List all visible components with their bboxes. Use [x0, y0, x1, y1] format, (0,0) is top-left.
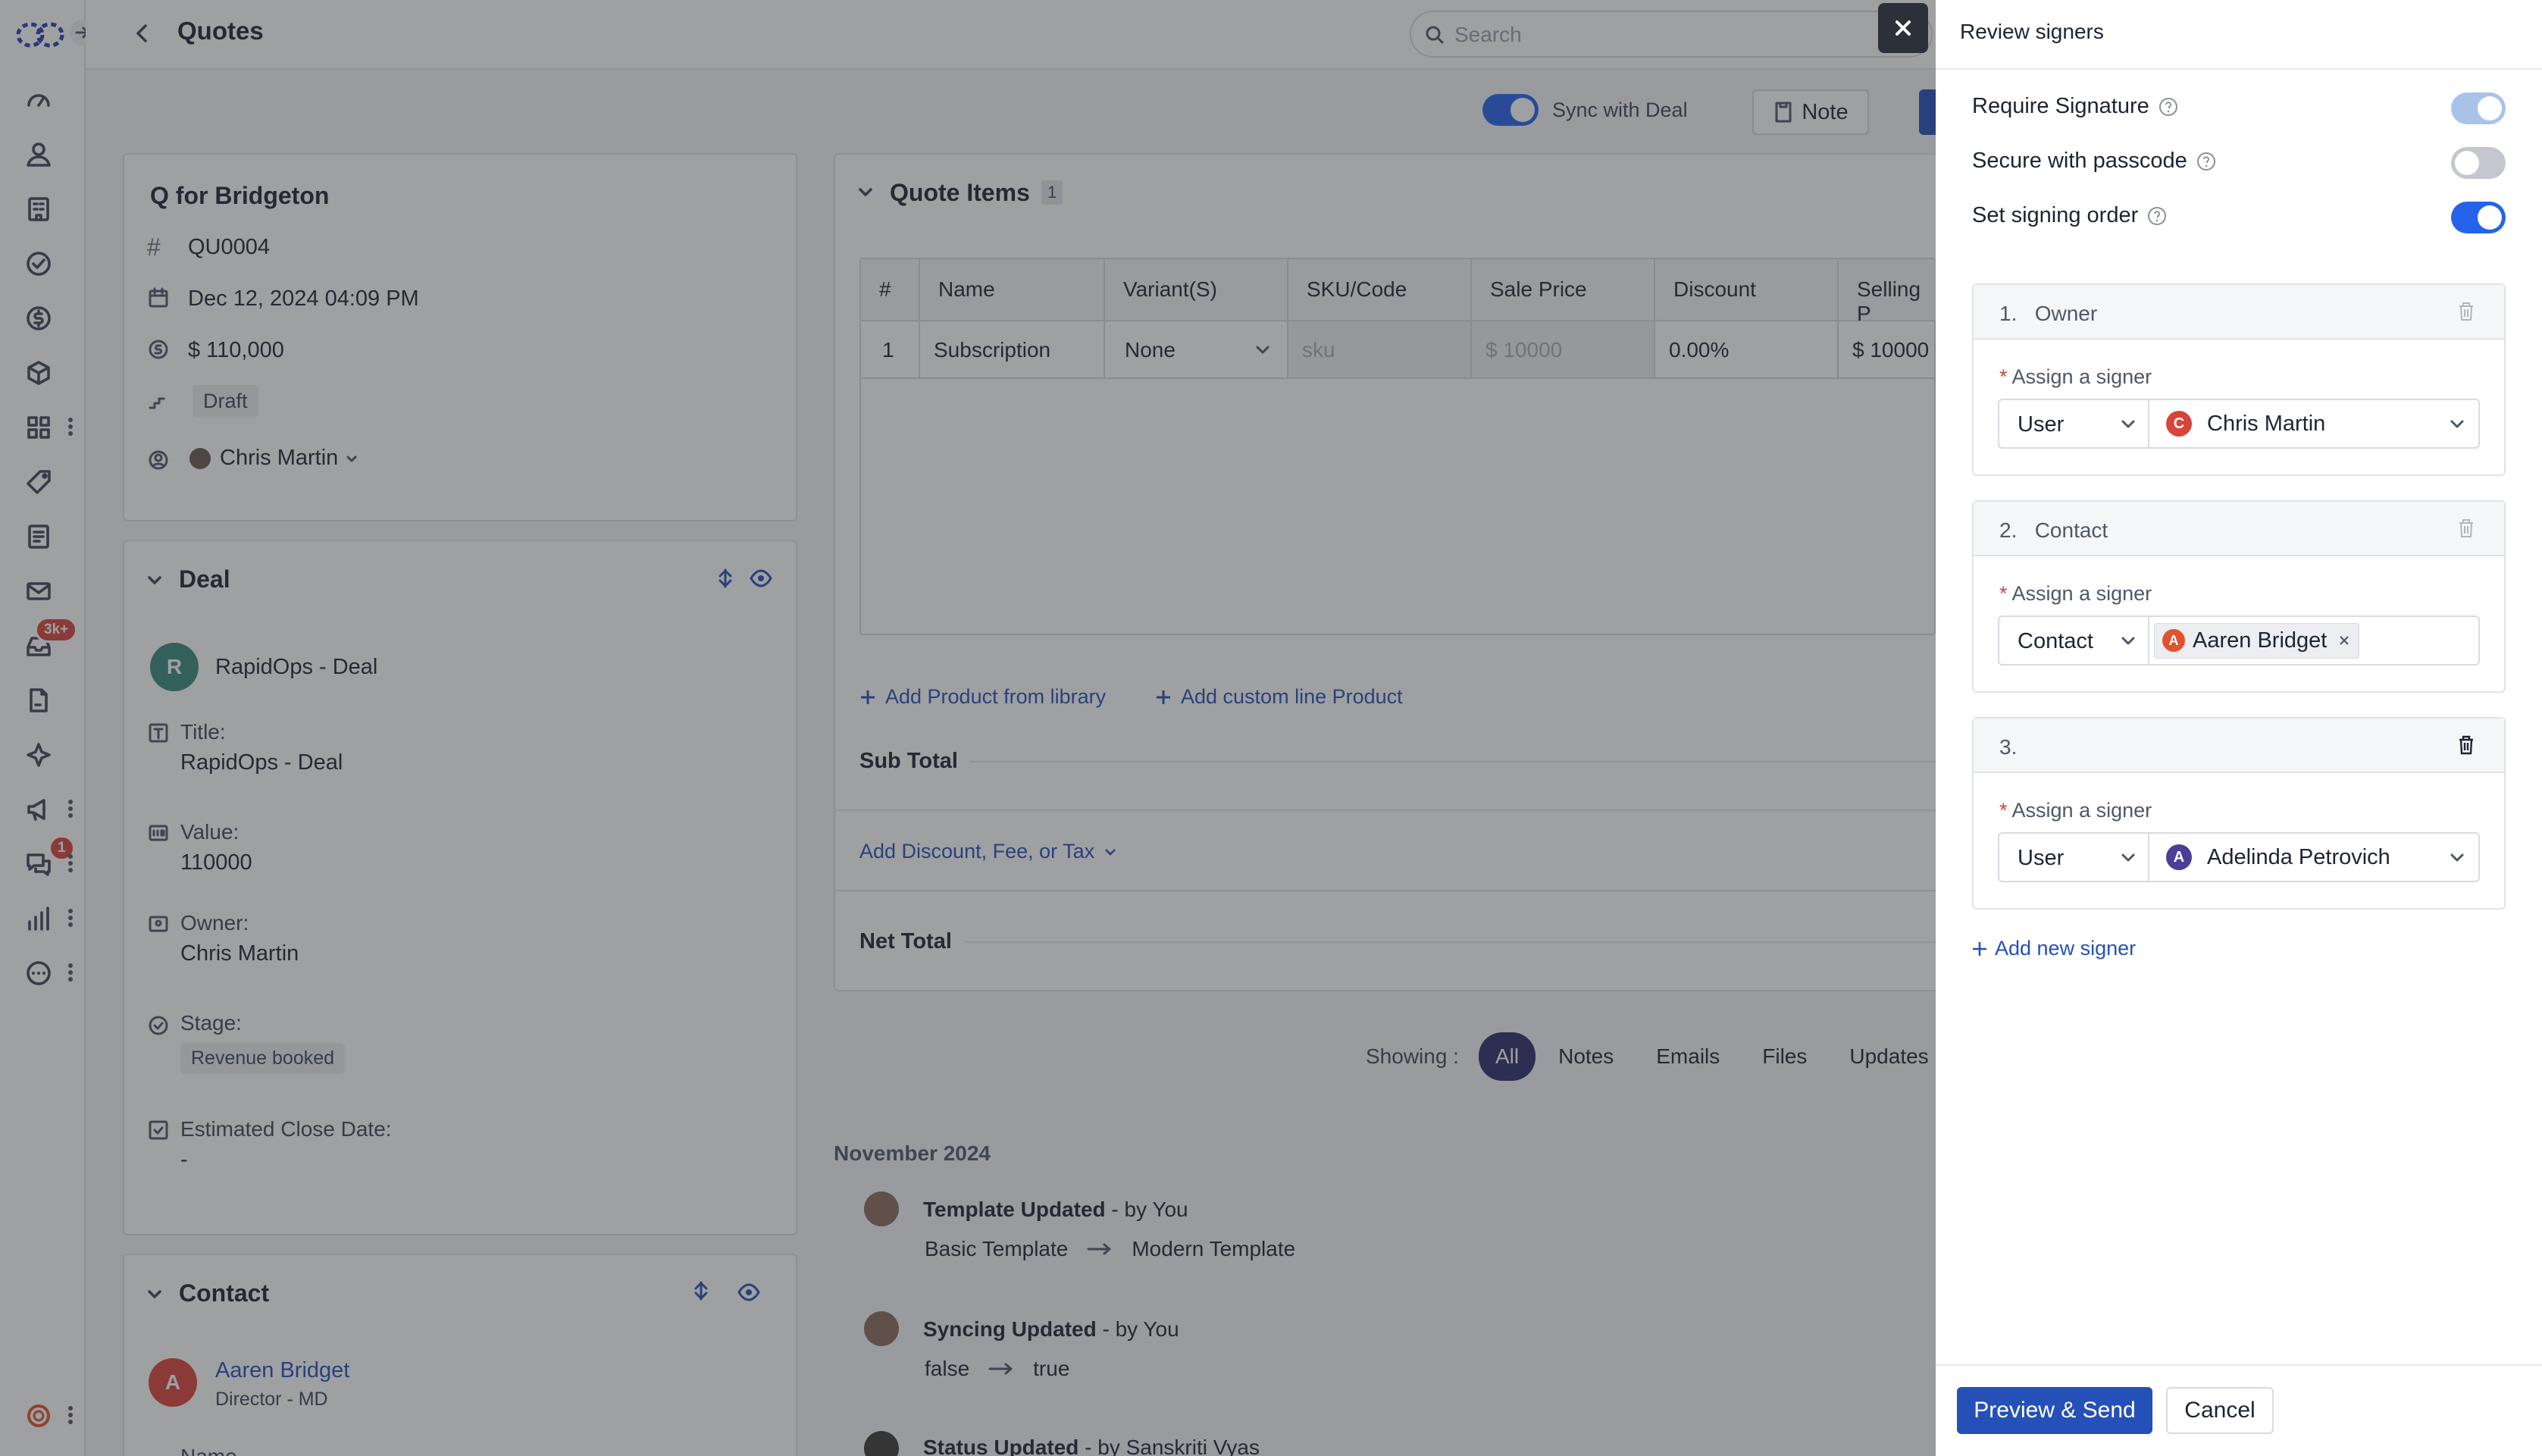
signer-type-value: User	[2018, 846, 2065, 870]
signer-type-value: User	[2018, 412, 2065, 437]
signer-contact-select[interactable]: A Aaren Bridget	[2148, 615, 2480, 665]
assign-signer-label: * Assign a signer	[1999, 582, 2152, 605]
signer-user-select[interactable]: A Adelinda Petrovich	[2148, 832, 2480, 882]
signer-avatar: A	[2162, 629, 2185, 652]
remove-tag-icon[interactable]	[2337, 634, 2351, 647]
plus-icon	[1973, 941, 1986, 956]
signer-header: 1. Owner	[1974, 285, 2504, 340]
secure-passcode-label: Secure with passcode	[1972, 149, 2187, 173]
secure-passcode-toggle[interactable]	[2451, 147, 2506, 179]
secure-passcode-option: Secure with passcode	[1972, 149, 2216, 174]
signer-card: 2. Contact * Assign a signer Contact A A…	[1972, 500, 2506, 693]
close-icon	[1896, 20, 1911, 36]
chevron-down-icon	[2450, 853, 2464, 862]
signer-type-select[interactable]: Contact	[1998, 615, 2149, 665]
add-new-signer-link[interactable]: Add new signer	[1971, 937, 2136, 960]
preview-send-button[interactable]: Preview & Send	[1957, 1387, 2152, 1434]
signer-index: 1.	[1999, 302, 2018, 325]
signer-index: 2.	[1999, 518, 2018, 542]
modal-overlay[interactable]	[0, 0, 1936, 1456]
delete-icon[interactable]	[2456, 517, 2477, 540]
require-signature-label: Require Signature	[1972, 94, 2149, 118]
signer-card: 1. Owner * Assign a signer User C Chris …	[1972, 283, 2506, 476]
require-signature-option: Require Signature	[1972, 94, 2178, 119]
signer-type-value: Contact	[2018, 629, 2093, 653]
help-icon	[2148, 206, 2167, 225]
signer-index: 3.	[1999, 735, 2018, 759]
signer-avatar: A	[2166, 844, 2192, 870]
chevron-down-icon	[2121, 853, 2135, 862]
divider	[1936, 68, 2542, 70]
drawer-title: Review signers	[1960, 20, 2104, 43]
delete-icon[interactable]	[2456, 300, 2477, 323]
help-icon	[2196, 152, 2215, 171]
assign-signer-label: * Assign a signer	[1999, 365, 2152, 388]
cancel-button[interactable]: Cancel	[2166, 1387, 2274, 1434]
signer-role: Contact	[2034, 518, 2108, 542]
signer-avatar: C	[2166, 411, 2192, 437]
signer-name: Adelinda Petrovich	[2207, 844, 2390, 869]
help-icon	[2159, 97, 2177, 116]
signer-name: Chris Martin	[2207, 411, 2326, 436]
assign-signer-label: * Assign a signer	[1999, 799, 2152, 822]
signing-order-toggle[interactable]	[2451, 202, 2506, 233]
delete-icon[interactable]	[2456, 734, 2477, 756]
contact-tag: A Aaren Bridget	[2154, 622, 2360, 659]
review-signers-drawer: Review signers Require Signature Secure …	[1936, 0, 2542, 1456]
signer-type-select[interactable]: User	[1998, 832, 2149, 882]
chevron-down-icon	[2450, 420, 2464, 428]
signer-role: Owner	[2034, 302, 2098, 325]
signing-order-label: Set signing order	[1972, 203, 2139, 227]
add-new-signer-label: Add new signer	[1995, 937, 2137, 960]
signer-header: 3.	[1974, 719, 2504, 773]
signer-user-select[interactable]: C Chris Martin	[2148, 399, 2480, 449]
close-drawer-button[interactable]	[1878, 3, 1928, 53]
chevron-down-icon	[2121, 637, 2135, 645]
divider	[1936, 1364, 2542, 1366]
chevron-down-icon	[2121, 420, 2135, 428]
signer-type-select[interactable]: User	[1998, 399, 2149, 449]
signer-header: 2. Contact	[1974, 502, 2504, 556]
signer-name: Aaren Bridget	[2193, 628, 2328, 653]
signing-order-option: Set signing order	[1972, 203, 2167, 228]
require-signature-toggle[interactable]	[2451, 92, 2506, 124]
signer-card: 3. * Assign a signer User A Adelinda Pet…	[1972, 717, 2506, 910]
